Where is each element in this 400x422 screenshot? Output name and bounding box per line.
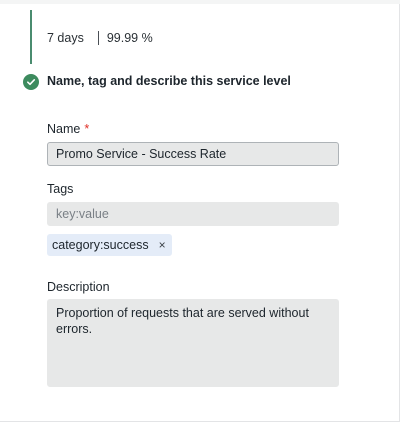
tag-chip: category:success × xyxy=(47,234,172,256)
slo-form-panel: 7 days 99.99 % Name, tag and describe th… xyxy=(0,0,400,422)
tags-label: Tags xyxy=(47,182,74,196)
name-label: Name * xyxy=(47,122,89,136)
summary-period: 7 days xyxy=(47,31,84,45)
summary-divider xyxy=(97,31,99,45)
close-icon[interactable]: × xyxy=(159,238,166,252)
check-circle-icon xyxy=(23,74,39,90)
tag-chip-text: category:success xyxy=(52,238,149,252)
tags-input[interactable] xyxy=(47,202,339,226)
step-title: Name, tag and describe this service leve… xyxy=(47,74,291,88)
top-divider xyxy=(0,0,400,4)
previous-step-summary: 7 days 99.99 % xyxy=(47,31,153,45)
required-marker: * xyxy=(84,122,90,136)
summary-target: 99.99 % xyxy=(106,31,153,45)
description-label: Description xyxy=(47,280,110,294)
checkmark-glyph xyxy=(27,79,36,86)
name-input[interactable] xyxy=(47,142,339,166)
name-label-text: Name xyxy=(47,122,81,136)
step-connector-line xyxy=(30,10,32,64)
description-textarea[interactable]: Proportion of requests that are served w… xyxy=(47,299,339,387)
